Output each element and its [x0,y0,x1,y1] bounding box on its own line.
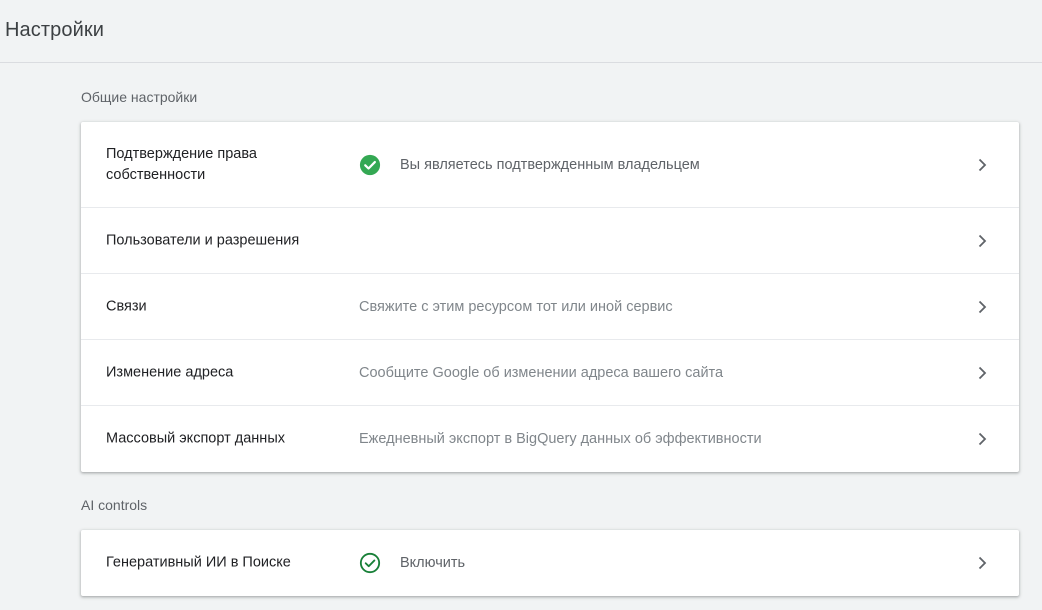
row-bulk-data-export[interactable]: Массовый экспорт данных Ежедневный экспо… [81,406,1019,472]
ai-controls-card: Генеративный ИИ в Поиске Включить [81,530,1019,596]
row-label: Массовый экспорт данных [106,430,285,447]
general-settings-card: Подтверждение права собственности Вы явл… [81,122,1019,472]
chevron-right-icon[interactable] [975,300,989,314]
chevron-right-icon[interactable] [975,234,989,248]
row-status-text: Включить [400,555,466,571]
row-description: Сообщите Google об изменении адреса ваше… [359,364,724,381]
row-change-of-address[interactable]: Изменение адреса Сообщите Google об изме… [81,340,1019,406]
chevron-right-icon[interactable] [975,556,989,570]
row-label: Изменение адреса [106,364,234,380]
section-title-general: Общие настройки [81,89,198,105]
row-description: Свяжите с этим ресурсом тот или иной сер… [359,298,673,315]
check-circle-outline-icon [359,552,381,574]
page-title: Настройки [5,19,104,41]
row-label: Подтверждение права собственности [106,145,257,183]
section-title-ai-controls: AI controls [81,497,148,513]
row-label: Связи [106,298,147,314]
chevron-right-icon[interactable] [975,158,989,172]
row-ownership-verification[interactable]: Подтверждение права собственности Вы явл… [81,122,1019,208]
row-associations[interactable]: Связи Свяжите с этим ресурсом тот или ин… [81,274,1019,340]
chevron-right-icon[interactable] [975,366,989,380]
chevron-right-icon[interactable] [975,432,989,446]
row-generative-ai-search[interactable]: Генеративный ИИ в Поиске Включить [81,530,1019,596]
row-description: Ежедневный экспорт в BigQuery данных об … [359,431,762,447]
row-status-text: Вы являетесь подтвержденным владельцем [400,156,700,173]
row-users-permissions[interactable]: Пользователи и разрешения [81,208,1019,274]
row-label: Генеративный ИИ в Поиске [106,554,291,571]
top-bar: Настройки [0,0,1042,63]
row-label: Пользователи и разрешения [106,232,300,248]
check-circle-filled-icon [359,154,381,175]
